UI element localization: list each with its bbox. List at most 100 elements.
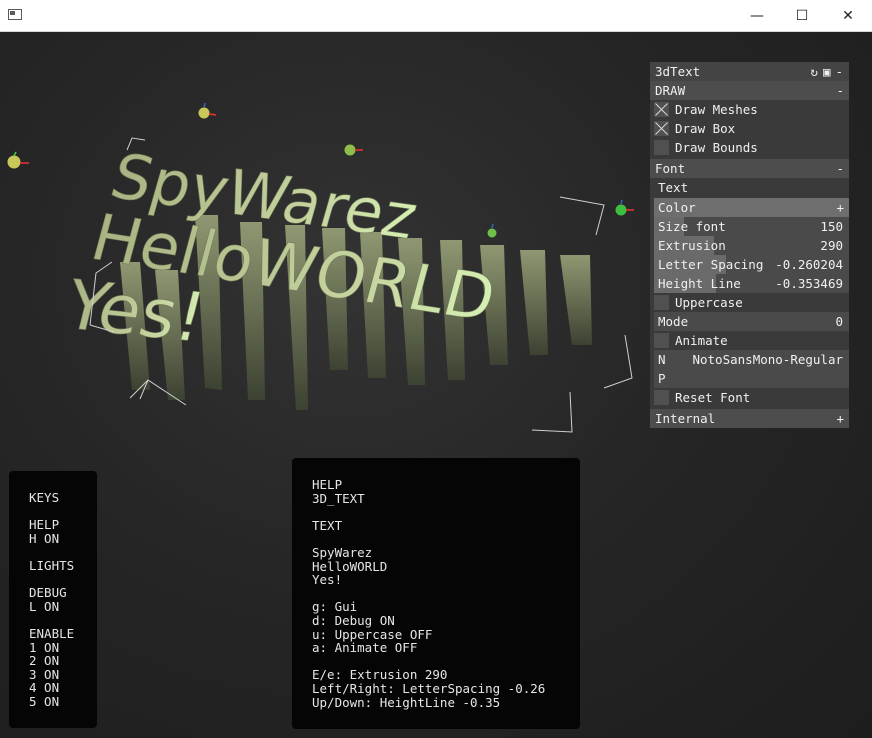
help-line: Left/Right: LetterSpacing -0.26	[312, 680, 546, 696]
font-section-label: Font	[655, 161, 686, 176]
save-icon[interactable]: ▣	[823, 62, 831, 81]
size-font-value: 150	[820, 219, 843, 234]
checkbox-unchecked-icon[interactable]	[654, 390, 669, 405]
reset-font-toggle[interactable]: Reset Font	[650, 388, 849, 407]
keys-line	[29, 573, 74, 587]
light-3-icon	[344, 144, 363, 156]
app-window: — ☐ ✕ SpyWarez HelloWORLD Yes! 3dText ↻ …	[0, 0, 872, 738]
keys-line: 1 ON	[29, 639, 60, 655]
checkbox-unchecked-icon[interactable]	[654, 333, 669, 348]
extrusion-value: 290	[820, 238, 843, 253]
maximize-button[interactable]: ☐	[779, 0, 825, 31]
draw-section-header[interactable]: DRAW -	[650, 81, 849, 100]
font-name-key: N	[658, 352, 666, 367]
help-line: d: Debug ON	[312, 612, 395, 628]
help-line	[312, 655, 545, 669]
panel-title-bar: 3dText ↻ ▣ -	[650, 62, 849, 81]
refresh-icon[interactable]: ↻	[810, 62, 818, 81]
help-line	[312, 587, 545, 601]
keys-line: L ON	[29, 598, 60, 614]
gui-panel-3dtext: 3dText ↻ ▣ - DRAW - Draw Meshes Draw Box…	[650, 62, 849, 428]
height-line-slider[interactable]: Height Line -0.353469	[654, 274, 849, 293]
expand-icon: +	[836, 200, 844, 215]
keys-line: 5 ON	[29, 693, 60, 709]
mode-field[interactable]: Mode 0	[654, 312, 849, 331]
letter-spacing-slider[interactable]: Letter Spacing -0.260204	[654, 255, 849, 274]
draw-section-label: DRAW	[655, 83, 686, 98]
help-overlay: HELP 3D_TEXT TEXT SpyWarez HelloWORLD Yes! g: …	[292, 458, 580, 729]
close-button[interactable]: ✕	[825, 0, 871, 31]
draw-meshes-toggle[interactable]: Draw Meshes	[650, 100, 849, 119]
help-line: SpyWarez	[312, 544, 373, 560]
help-line: Up/Down: HeightLine -0.35	[312, 694, 501, 710]
help-line: u: Uppercase OFF	[312, 626, 433, 642]
uppercase-toggle[interactable]: Uppercase	[650, 293, 849, 312]
font-path-field[interactable]: P	[654, 369, 849, 388]
collapse-icon: -	[836, 161, 844, 176]
help-line: Yes!	[312, 572, 343, 588]
help-line: E/e: Extrusion 290	[312, 667, 448, 683]
keys-line: KEYS	[29, 490, 60, 505]
title-bar: — ☐ ✕	[0, 0, 872, 32]
color-section-header[interactable]: Color +	[654, 198, 849, 217]
keys-line: ENABLE	[29, 625, 75, 641]
height-line-value: -0.353469	[775, 276, 843, 291]
reset-font-label: Reset Font	[675, 390, 751, 405]
keys-line	[29, 545, 74, 559]
animate-label: Animate	[675, 333, 728, 348]
checkbox-checked-icon[interactable]	[654, 102, 669, 117]
help-line: a: Animate OFF	[312, 640, 418, 656]
keys-overlay: KEYS HELP H ON LIGHTS DEBUG L ON ENABLE 1 ON 2 O…	[9, 471, 97, 728]
keys-line: H ON	[29, 530, 60, 546]
text-field[interactable]: Text	[654, 178, 849, 197]
size-font-label: Size font	[658, 219, 726, 234]
minimize-button[interactable]: —	[734, 0, 780, 31]
light-5-icon	[615, 199, 634, 216]
uppercase-label: Uppercase	[675, 295, 743, 310]
draw-box-label: Draw Box	[675, 121, 736, 136]
font-name-field[interactable]: N NotoSansMono-Regular	[654, 350, 849, 369]
scene-line-3: Yes!	[56, 267, 212, 358]
help-line: TEXT	[312, 517, 343, 533]
3d-text: SpyWarez HelloWORLD Yes!	[56, 140, 503, 359]
light-1-icon	[198, 102, 217, 119]
checkbox-checked-icon[interactable]	[654, 121, 669, 136]
checkbox-unchecked-icon[interactable]	[654, 295, 669, 310]
mode-value: 0	[835, 314, 843, 329]
minimize-panel-icon[interactable]: -	[835, 62, 843, 81]
help-line: 3D_TEXT	[312, 490, 365, 506]
keys-line	[29, 613, 74, 627]
font-name-value: NotoSansMono-Regular	[692, 352, 843, 367]
keys-line	[29, 505, 74, 519]
color-label: Color	[658, 200, 696, 215]
keys-line: 4 ON	[29, 680, 60, 696]
font-path-key: P	[658, 371, 666, 386]
help-line: g: Gui	[312, 599, 358, 615]
extrusion-label: Extrusion	[658, 238, 726, 253]
help-text: HELP 3D_TEXT TEXT SpyWarez HelloWORLD Yes! g: …	[312, 478, 545, 709]
internal-section-header[interactable]: Internal +	[650, 409, 849, 428]
extrusion-slider[interactable]: Extrusion 290	[654, 236, 849, 255]
internal-section-label: Internal	[655, 411, 716, 426]
checkbox-unchecked-icon[interactable]	[654, 140, 669, 155]
app-icon	[8, 9, 22, 20]
keys-line: 2 ON	[29, 653, 60, 669]
mode-label: Mode	[658, 314, 689, 329]
keys-text: KEYS HELP H ON LIGHTS DEBUG L ON ENABLE 1 ON 2 O…	[29, 491, 74, 709]
letter-spacing-value: -0.260204	[775, 257, 843, 272]
draw-bounds-toggle[interactable]: Draw Bounds	[650, 138, 849, 157]
font-section-header[interactable]: Font -	[650, 159, 849, 178]
collapse-icon: -	[836, 83, 844, 98]
animate-toggle[interactable]: Animate	[650, 331, 849, 350]
draw-box-toggle[interactable]: Draw Box	[650, 119, 849, 138]
size-font-slider[interactable]: Size font 150	[654, 217, 849, 236]
help-line: HELP	[312, 477, 343, 492]
keys-line: HELP	[29, 517, 60, 533]
keys-line: LIGHTS	[29, 557, 75, 573]
letter-spacing-label: Letter Spacing	[658, 257, 764, 272]
help-line	[312, 505, 545, 519]
draw-meshes-label: Draw Meshes	[675, 102, 758, 117]
help-line: HelloWORLD	[312, 558, 388, 574]
text-label: Text	[658, 180, 689, 195]
expand-icon: +	[836, 411, 844, 426]
